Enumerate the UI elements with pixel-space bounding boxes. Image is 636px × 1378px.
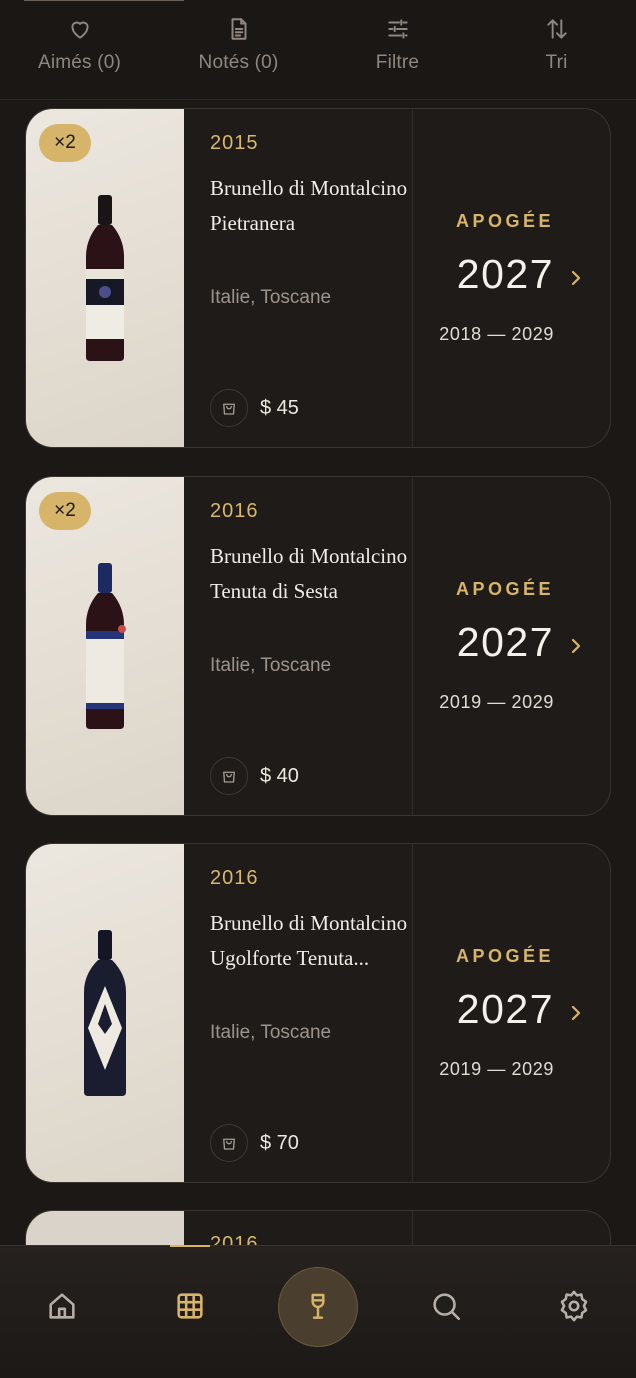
vintage: 2015 (210, 132, 259, 154)
nav-settings[interactable] (554, 1286, 594, 1326)
nav-search[interactable] (426, 1286, 466, 1326)
nav-active-indicator (170, 1245, 210, 1247)
wine-origin: Italie, Toscane (210, 1022, 332, 1043)
sliders-icon (387, 19, 408, 39)
cart-button[interactable] (210, 389, 248, 427)
document-icon (231, 18, 246, 40)
home-icon (49, 1293, 75, 1319)
apogee-year: 2027 (456, 251, 554, 297)
liked-label: Aimés (0) (37, 52, 122, 73)
wine-origin: Italie, Toscane (210, 655, 332, 676)
bottom-nav (0, 1245, 636, 1378)
cart-button[interactable] (210, 757, 248, 795)
chevron-right-icon[interactable] (568, 635, 584, 662)
filter-label: Filtre (375, 52, 420, 73)
wine-bottle-image (84, 930, 126, 1096)
wine-glass-icon (311, 1293, 325, 1319)
wine-price: $ 40 (260, 764, 299, 787)
wine-card[interactable]: ×2 2015 Brunello di Montalcino Pietraner… (25, 108, 611, 448)
sort-label: Tri (545, 52, 568, 73)
tab-indicator (24, 0, 184, 1)
sort-icon (546, 19, 567, 39)
shopping-bag-icon (223, 403, 235, 415)
wine-image: ×2 (26, 109, 184, 447)
filter-button[interactable]: Filtre (318, 0, 477, 99)
shopping-bag-icon (223, 771, 235, 783)
grid-icon (177, 1293, 203, 1319)
chevron-right-icon[interactable] (568, 1002, 584, 1029)
chevron-right-icon[interactable] (568, 267, 584, 294)
quantity-badge: ×2 (39, 124, 91, 162)
quantity-badge: ×2 (39, 492, 91, 530)
wine-image: ×2 (26, 477, 184, 815)
nav-home[interactable] (42, 1286, 82, 1326)
vintage: 2016 (210, 500, 259, 522)
apogee-label: APOGÉE (455, 579, 554, 599)
heart-icon (70, 21, 89, 39)
cart-button[interactable] (210, 1124, 248, 1162)
apogee-label: APOGÉE (455, 211, 554, 231)
nav-cellar[interactable] (170, 1286, 210, 1326)
wine-price: $ 70 (260, 1131, 299, 1154)
rated-label: Notés (0) (198, 52, 279, 73)
shopping-bag-icon (223, 1138, 235, 1150)
drinking-window: 2019 — 2029 (439, 1059, 554, 1079)
wine-card[interactable]: 2016 Brunello di Montalcino Ugolforte Te… (25, 843, 611, 1183)
sort-button[interactable]: Tri (477, 0, 636, 99)
wine-origin: Italie, Toscane (210, 287, 332, 308)
drinking-window: 2018 — 2029 (439, 324, 554, 344)
apogee-year: 2027 (456, 619, 554, 665)
rated-filter[interactable]: Notés (0) (159, 0, 318, 99)
apogee-year: 2027 (456, 986, 554, 1032)
gear-icon (560, 1290, 588, 1322)
nav-wine[interactable] (278, 1267, 358, 1347)
wine-bottle-image (86, 563, 126, 729)
liked-filter[interactable]: Aimés (0) (0, 0, 159, 99)
apogee-label: APOGÉE (455, 946, 554, 966)
vintage: 2016 (210, 867, 259, 889)
wine-card[interactable]: ×2 2016 Brunello di Montalcino Tenuta di… (25, 476, 611, 816)
filter-bar: Aimés (0) Notés (0) Filtre Tri (0, 0, 636, 100)
wine-name: Brunello di Montalcino Tenuta di Sesta (210, 544, 408, 603)
wine-name: Brunello di Montalcino Pietranera (210, 176, 408, 235)
drinking-window: 2019 — 2029 (439, 692, 554, 712)
wine-image (26, 844, 184, 1182)
wine-name: Brunello di Montalcino Ugolforte Tenuta.… (210, 911, 408, 970)
search-icon (433, 1293, 461, 1321)
wine-price: $ 45 (260, 396, 299, 419)
wine-bottle-image (86, 195, 124, 361)
